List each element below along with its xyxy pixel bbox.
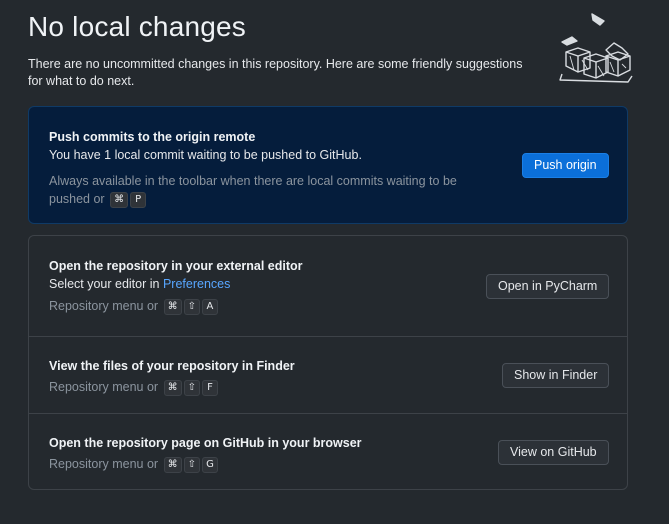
shift-key: ⇧ [183,298,200,315]
page-title: No local changes [28,11,246,42]
push-origin-hint: Always available in the toolbar when the… [49,172,489,208]
show-in-finder-text: View the files of your repository in Fin… [49,358,295,396]
command-key: ⌘ [163,298,182,315]
open-in-editor-description: Select your editor in Preferences [49,276,303,293]
open-in-editor-hint-text: Repository menu or [49,299,159,313]
show-in-finder-button[interactable]: Show in Finder [502,363,610,388]
shift-key: ⇧ [183,456,200,473]
open-in-editor-hint: Repository menu or ⌘ ⇧ A [49,297,303,315]
open-in-pycharm-button[interactable]: Open in PyCharm [486,274,610,299]
no-changes-view: No local changes There are no uncommitte… [0,0,669,524]
a-key: A [201,298,218,315]
open-in-editor-heading: Open the repository in your external edi… [49,259,303,273]
open-in-editor-row: Open the repository in your external edi… [29,236,627,336]
push-origin-heading: Push commits to the origin remote [49,130,256,144]
g-key: G [201,456,218,473]
page-subtitle: There are no uncommitted changes in this… [28,57,523,88]
view-on-github-button[interactable]: View on GitHub [498,440,609,465]
view-on-github-heading: Open the repository page on GitHub in yo… [49,436,362,450]
show-in-finder-hint: Repository menu or ⌘ ⇧ F [49,378,295,396]
preferences-link[interactable]: Preferences [163,277,230,291]
suggestions-list: Open the repository in your external edi… [28,235,628,490]
view-on-github-text: Open the repository page on GitHub in yo… [49,435,362,473]
push-origin-text: Push commits to the origin remote You ha… [49,129,489,208]
show-in-finder-row: View the files of your repository in Fin… [29,336,627,413]
view-on-github-hint: Repository menu or ⌘ ⇧ G [49,455,362,473]
open-in-editor-text: Open the repository in your external edi… [49,258,303,315]
shift-key: ⇧ [183,379,200,396]
show-in-finder-heading: View the files of your repository in Fin… [49,359,295,373]
view-on-github-row: Open the repository page on GitHub in yo… [29,413,627,489]
command-key: ⌘ [163,379,182,396]
push-origin-button[interactable]: Push origin [522,153,609,178]
empty-boxes-illustration [559,13,633,83]
push-origin-description: You have 1 local commit waiting to be pu… [49,148,362,162]
command-key: ⌘ [110,191,129,208]
command-key: ⌘ [163,456,182,473]
header: No local changes There are no uncommitte… [28,10,548,90]
push-origin-card: Push commits to the origin remote You ha… [28,106,628,224]
show-in-finder-hint-text: Repository menu or [49,380,159,394]
p-key: P [130,191,147,208]
open-in-editor-description-text: Select your editor in [49,277,163,291]
f-key: F [201,379,218,396]
view-on-github-hint-text: Repository menu or [49,457,159,471]
